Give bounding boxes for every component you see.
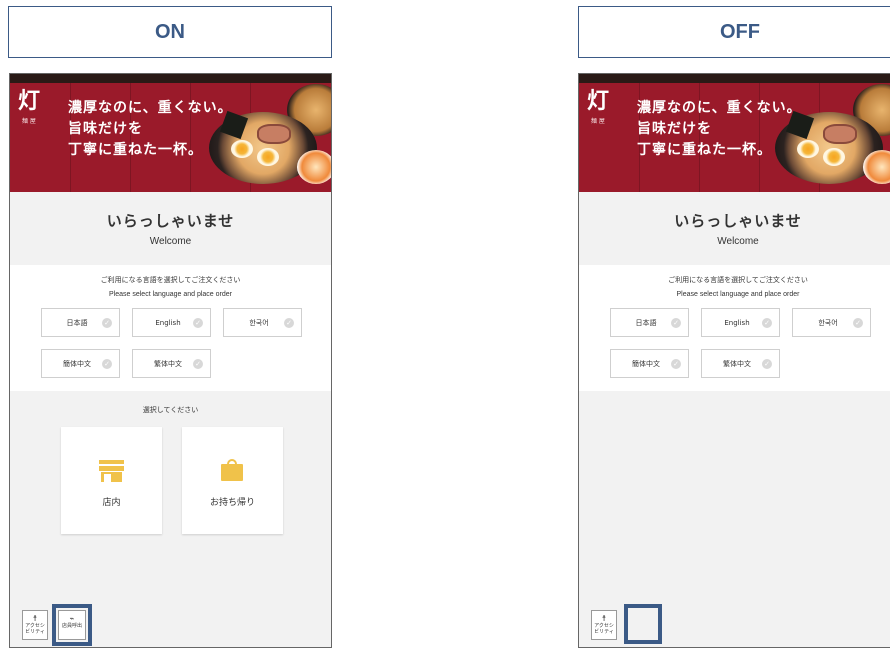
kiosk-screen-off: 灯 麺 屋 濃厚なのに、重くない。 旨味だけを 丁寧に重ねた一杯。 いらっしゃい…: [578, 73, 890, 648]
off-label: OFF: [578, 6, 890, 58]
lang-button-traditional-chinese[interactable]: 繁体中文 ✓: [701, 349, 780, 378]
shop-logo: 灯: [18, 88, 41, 114]
check-icon: ✓: [284, 317, 294, 328]
check-icon: ✓: [671, 317, 681, 328]
shop-logo-sub: 麺 屋: [591, 118, 605, 125]
dine-in-button[interactable]: 店内: [61, 427, 162, 534]
welcome-subtitle: Welcome: [717, 236, 759, 247]
order-type-prompt: 選択してください: [142, 406, 199, 414]
check-icon: ✓: [762, 317, 772, 328]
check-icon: ✓: [193, 358, 203, 369]
banner-copy: 濃厚なのに、重くない。 旨味だけを 丁寧に重ねた一杯。: [68, 100, 233, 158]
order-type-section: 選択してください 店内 お持ち帰り: [10, 391, 331, 601]
check-icon: ✓: [671, 358, 681, 369]
dine-in-label: 店内: [102, 498, 121, 508]
hero-banner: 灯 麺 屋 濃厚なのに、重くない。 旨味だけを 丁寧に重ねた一杯。: [579, 74, 890, 192]
staff-call-highlight: [52, 604, 92, 646]
lang-button-korean[interactable]: 한국어 ✓: [792, 308, 871, 337]
lang-button-english[interactable]: English ✓: [701, 308, 780, 337]
takeout-label: お持ち帰り: [209, 498, 255, 508]
welcome-section: いらっしゃいませ Welcome: [579, 192, 890, 265]
lang-button-simplified-chinese[interactable]: 簡体中文 ✓: [41, 349, 120, 378]
side-dish-image: [297, 150, 331, 184]
shop-logo-sub: 麺 屋: [22, 118, 36, 125]
language-instruction-jp: ご利用になる言語を選択してご注文ください: [668, 276, 808, 284]
accessibility-icon: ☨: [601, 614, 607, 623]
language-instruction-en: Please select language and place order: [109, 291, 232, 298]
check-icon: ✓: [102, 358, 112, 369]
language-instruction-jp: ご利用になる言語を選択してご注文ください: [100, 276, 241, 284]
staff-call-highlight-empty: [624, 604, 662, 644]
lang-button-simplified-chinese[interactable]: 簡体中文 ✓: [610, 349, 689, 378]
takeout-button[interactable]: お持ち帰り: [182, 427, 283, 534]
shopping-bag-icon: [221, 459, 243, 481]
accessibility-button[interactable]: ☨ アクセシ ビリティ: [22, 610, 48, 640]
accessibility-icon: ☨: [32, 614, 38, 623]
welcome-title: いらっしゃいませ: [674, 212, 802, 230]
lang-button-japanese[interactable]: 日本語 ✓: [41, 308, 120, 337]
store-icon: [99, 460, 124, 482]
welcome-title: いらっしゃいませ: [106, 212, 235, 230]
language-section: ご利用になる言語を選択してご注文ください Please select langu…: [10, 265, 331, 391]
on-label: ON: [8, 6, 332, 58]
lang-button-traditional-chinese[interactable]: 繁体中文 ✓: [132, 349, 211, 378]
check-icon: ✓: [853, 317, 863, 328]
shop-logo: 灯: [587, 88, 610, 114]
accessibility-button[interactable]: ☨ アクセシ ビリティ: [591, 610, 617, 640]
side-dish-image: [863, 150, 890, 184]
lang-button-english[interactable]: English ✓: [132, 308, 211, 337]
order-type-section-empty: [579, 391, 890, 601]
language-instruction-en: Please select language and place order: [676, 291, 800, 298]
check-icon: ✓: [762, 358, 772, 369]
lang-button-japanese[interactable]: 日本語 ✓: [610, 308, 689, 337]
check-icon: ✓: [102, 317, 112, 328]
language-section: ご利用になる言語を選択してご注文ください Please select langu…: [579, 265, 890, 391]
hero-banner: 灯 麺 屋 濃厚なのに、重くない。 旨味だけを 丁寧に重ねた一杯。: [10, 74, 331, 192]
welcome-section: いらっしゃいませ Welcome: [10, 192, 331, 265]
lang-button-korean[interactable]: 한국어 ✓: [223, 308, 302, 337]
check-icon: ✓: [193, 317, 203, 328]
welcome-subtitle: Welcome: [149, 236, 192, 247]
kiosk-screen-on: 灯 麺 屋 濃厚なのに、重くない。 旨味だけを 丁寧に重ねた一杯。 いらっしゃい…: [9, 73, 332, 648]
